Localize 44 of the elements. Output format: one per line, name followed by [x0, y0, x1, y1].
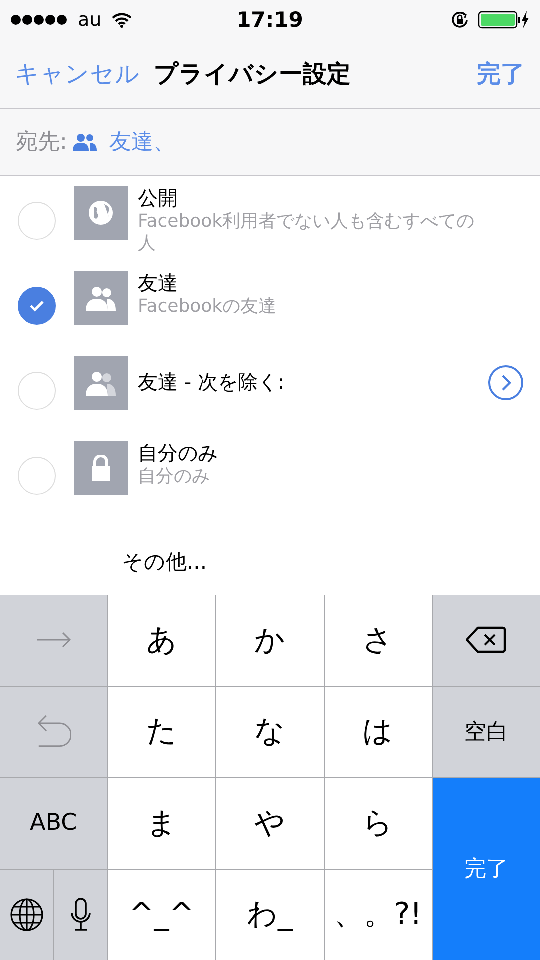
option-subtitle: 自分のみ	[138, 466, 211, 488]
radio-button[interactable]	[18, 202, 56, 240]
keyboard-key[interactable]: ^_^	[108, 870, 216, 960]
screen-title: プライバシー設定	[154, 59, 351, 90]
keyboard-key[interactable]: あ	[108, 595, 216, 686]
signal-icon	[10, 14, 68, 26]
wifi-icon	[112, 12, 132, 28]
keyboard-key[interactable]: な	[216, 686, 324, 777]
keyboard-key[interactable]: ABC	[0, 778, 108, 868]
keyboard-key[interactable]: か	[216, 595, 324, 686]
rotation-lock-icon	[450, 10, 470, 30]
keyboard-key[interactable]: さ	[324, 595, 432, 686]
recipient-label: 宛先:	[16, 129, 68, 157]
people-icon	[73, 133, 98, 151]
arrow-right-icon[interactable]	[36, 631, 72, 650]
option-title: 自分のみ	[138, 441, 219, 466]
people-icon	[74, 271, 128, 325]
lock-icon	[74, 441, 128, 495]
chevron-right-icon[interactable]	[488, 365, 524, 401]
clock-time: 17:19	[236, 8, 304, 32]
more-link[interactable]: その他...	[122, 548, 208, 576]
undo-icon[interactable]	[36, 714, 71, 750]
keyboard-key[interactable]: ら	[324, 778, 432, 868]
keyboard-key[interactable]: 、。?!	[324, 870, 432, 960]
option-title: 友達	[138, 271, 179, 296]
keyboard-key[interactable]: た	[108, 686, 216, 777]
microphone-icon[interactable]	[70, 898, 92, 932]
option-subtitle: Facebook利用者でない人も含むすべての人	[138, 211, 476, 255]
radio-checked[interactable]	[18, 287, 56, 325]
battery-icon	[478, 10, 530, 30]
option-subtitle: Facebookの友達	[138, 296, 278, 318]
backspace-icon[interactable]	[466, 626, 506, 654]
option-title: 友達 - 次を除く:	[138, 370, 286, 395]
keyboard-key[interactable]: 空白	[432, 686, 540, 777]
keyboard-key[interactable]: や	[216, 778, 324, 868]
carrier-name: au	[78, 9, 102, 31]
radio-button[interactable]	[18, 457, 56, 495]
radio-button[interactable]	[18, 372, 56, 410]
keyboard-key[interactable]: は	[324, 686, 432, 777]
keyboard-key[interactable]: わ_	[216, 870, 324, 960]
keyboard-key[interactable]: ま	[108, 778, 216, 868]
people-icon	[74, 356, 128, 410]
done-key[interactable]: 完了	[432, 778, 540, 960]
option-title: 公開	[138, 186, 179, 211]
